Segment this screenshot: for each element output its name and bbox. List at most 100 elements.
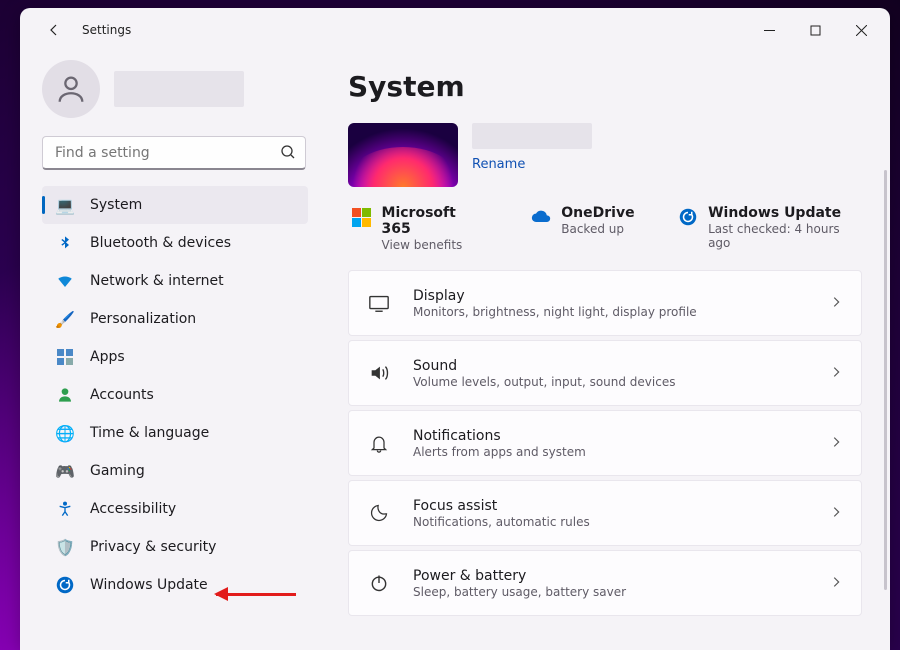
bluetooth-icon (56, 235, 74, 251)
sidebar: 💻 System Bluetooth & devices Network & inte… (20, 52, 328, 650)
status-title: Windows Update (708, 205, 862, 221)
card-sub: Alerts from apps and system (413, 445, 807, 459)
chevron-right-icon (829, 504, 843, 523)
sidebar-item-label: System (90, 197, 142, 213)
titlebar: Settings (20, 8, 890, 52)
back-button[interactable] (36, 12, 72, 48)
power-icon (367, 573, 391, 593)
sidebar-item-label: Network & internet (90, 273, 224, 289)
search-box[interactable] (42, 136, 306, 170)
accessibility-icon (56, 501, 74, 517)
sidebar-item-accessibility[interactable]: Accessibility (42, 490, 308, 528)
sidebar-item-time[interactable]: 🌐 Time & language (42, 414, 308, 452)
card-display[interactable]: DisplayMonitors, brightness, night light… (348, 270, 862, 336)
sidebar-nav: 💻 System Bluetooth & devices Network & inte… (20, 184, 324, 604)
sidebar-item-privacy[interactable]: 🛡️ Privacy & security (42, 528, 308, 566)
sound-icon (367, 362, 391, 384)
card-notifications[interactable]: NotificationsAlerts from apps and system (348, 410, 862, 476)
update-icon (679, 207, 699, 227)
minimize-button[interactable] (746, 14, 792, 46)
settings-window: Settings 💻 System Bluetooth & devices Netwo… (20, 8, 890, 650)
status-sub: Last checked: 4 hours ago (708, 222, 862, 250)
search-icon (280, 144, 296, 164)
desktop-preview[interactable] (348, 123, 458, 187)
status-microsoft-365[interactable]: Microsoft 365View benefits (352, 205, 487, 252)
card-sound[interactable]: SoundVolume levels, output, input, sound… (348, 340, 862, 406)
avatar (42, 60, 100, 118)
time-icon: 🌐 (56, 424, 74, 443)
profile-name-redacted (114, 71, 244, 107)
page-title: System (348, 70, 862, 103)
apps-icon (56, 349, 74, 365)
sidebar-item-label: Windows Update (90, 577, 208, 593)
card-focus[interactable]: Focus assistNotifications, automatic rul… (348, 480, 862, 546)
sidebar-item-label: Apps (90, 349, 125, 365)
window-title: Settings (82, 23, 131, 37)
sidebar-item-gaming[interactable]: 🎮 Gaming (42, 452, 308, 490)
status-title: OneDrive (561, 205, 634, 221)
privacy-icon: 🛡️ (56, 538, 74, 557)
ms-icon (352, 207, 372, 227)
maximize-icon (810, 25, 821, 36)
status-sub: Backed up (561, 222, 634, 236)
card-title: Display (413, 288, 807, 304)
chevron-right-icon (829, 434, 843, 453)
chevron-right-icon (829, 364, 843, 383)
close-icon (856, 25, 867, 36)
card-title: Notifications (413, 428, 807, 444)
sidebar-item-label: Accounts (90, 387, 154, 403)
update-icon (56, 576, 74, 594)
moon-icon (367, 503, 391, 523)
accounts-icon (56, 387, 74, 403)
sidebar-item-label: Personalization (90, 311, 196, 327)
system-icon: 💻 (56, 196, 74, 215)
status-windows-update[interactable]: Windows UpdateLast checked: 4 hours ago (679, 205, 862, 252)
pc-info-row: Rename (348, 123, 862, 187)
maximize-button[interactable] (792, 14, 838, 46)
card-title: Power & battery (413, 568, 807, 584)
sidebar-item-personalization[interactable]: 🖌️ Personalization (42, 300, 308, 338)
status-onedrive[interactable]: OneDriveBacked up (531, 205, 634, 252)
close-button[interactable] (838, 14, 884, 46)
arrow-left-icon (46, 22, 62, 38)
cloud-icon (531, 207, 551, 227)
sidebar-item-network[interactable]: Network & internet (42, 262, 308, 300)
scrollbar[interactable] (884, 170, 887, 590)
settings-cards: DisplayMonitors, brightness, night light… (348, 270, 862, 616)
profile-block[interactable] (20, 56, 324, 132)
card-title: Sound (413, 358, 807, 374)
bell-icon (367, 433, 391, 453)
window-controls (746, 14, 884, 46)
sidebar-item-label: Bluetooth & devices (90, 235, 231, 251)
personalization-icon: 🖌️ (56, 310, 74, 329)
card-sub: Sleep, battery usage, battery saver (413, 585, 807, 599)
search-input[interactable] (42, 136, 306, 170)
card-title: Focus assist (413, 498, 807, 514)
person-icon (54, 72, 88, 106)
network-icon (56, 272, 74, 290)
main-panel: System Rename Microsoft 365View benefits… (328, 52, 890, 650)
sidebar-item-system[interactable]: 💻 System (42, 186, 308, 224)
sidebar-item-label: Privacy & security (90, 539, 216, 555)
sidebar-item-label: Time & language (90, 425, 209, 441)
sidebar-item-label: Gaming (90, 463, 145, 479)
chevron-right-icon (829, 574, 843, 593)
status-title: Microsoft 365 (382, 205, 488, 237)
content: 💻 System Bluetooth & devices Network & inte… (20, 52, 890, 650)
chevron-right-icon (829, 294, 843, 313)
rename-link[interactable]: Rename (472, 157, 525, 172)
sidebar-item-accounts[interactable]: Accounts (42, 376, 308, 414)
pc-name-redacted (472, 123, 592, 149)
minimize-icon (764, 25, 775, 36)
card-sub: Monitors, brightness, night light, displ… (413, 305, 807, 319)
status-sub: View benefits (382, 238, 488, 252)
card-power[interactable]: Power & batterySleep, battery usage, bat… (348, 550, 862, 616)
sidebar-item-bluetooth[interactable]: Bluetooth & devices (42, 224, 308, 262)
display-icon (367, 292, 391, 314)
sidebar-item-update[interactable]: Windows Update (42, 566, 308, 604)
card-sub: Notifications, automatic rules (413, 515, 807, 529)
status-row: Microsoft 365View benefits OneDriveBacked… (348, 205, 862, 252)
gaming-icon: 🎮 (56, 462, 74, 481)
sidebar-item-apps[interactable]: Apps (42, 338, 308, 376)
card-sub: Volume levels, output, input, sound devi… (413, 375, 807, 389)
